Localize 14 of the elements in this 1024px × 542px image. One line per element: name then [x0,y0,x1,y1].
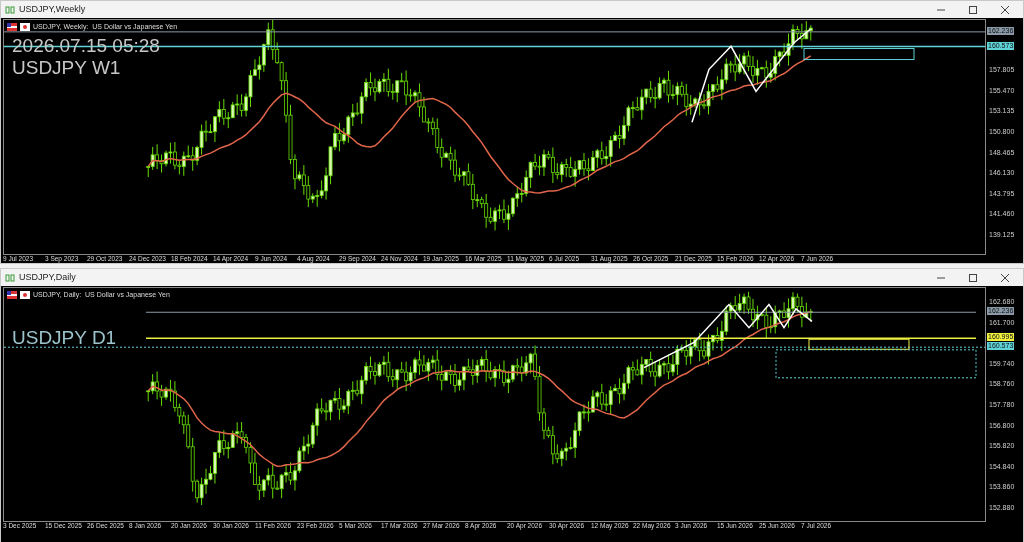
maximize-icon [969,273,977,282]
maximize-icon [969,5,977,14]
candles-icon [5,272,15,283]
candles-icon [5,4,15,15]
window-title: USDJPY,Daily [19,270,76,284]
flag-icon [20,291,30,300]
window-title: USDJPY,Weekly [19,2,86,16]
flag-icon [7,291,17,300]
flag-icon [20,23,30,32]
close-icon [1001,5,1009,14]
chart-label: USDJPY W1 [12,58,121,77]
flag-icon [7,23,17,32]
chart-label: USDJPY D1 [12,328,117,347]
close-icon [1001,273,1009,282]
